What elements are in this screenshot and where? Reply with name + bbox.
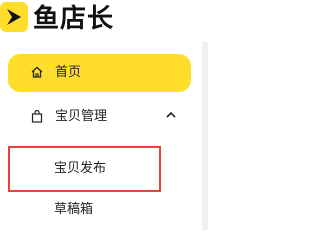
sidebar-subitem-publish[interactable]: 宝贝发布 [8, 146, 161, 192]
sidebar-subitem-label: 草稿箱 [54, 202, 94, 217]
sidebar-subitem-label: 宝贝发布 [54, 161, 107, 176]
app-name: 鱼店长 [33, 4, 115, 34]
shopping-bag-icon [31, 110, 43, 123]
chevron-up-icon[interactable] [166, 111, 176, 119]
sidebar-subitem-drafts[interactable]: 草稿箱 [8, 196, 191, 226]
play-arrow-logo-icon [0, 0, 30, 34]
sidebar-item-label: 首页 [55, 65, 82, 80]
app-frame: 鱼店长 首页 宝贝管理 宝贝发布 草稿箱 [0, 0, 231, 230]
app-header: 鱼店长 [0, 0, 231, 40]
sidebar-item-home[interactable]: 首页 [8, 54, 191, 92]
sidebar-scrollbar[interactable] [202, 42, 208, 230]
sidebar-item-goods-management[interactable]: 宝贝管理 [8, 100, 191, 134]
sidebar: 首页 宝贝管理 宝贝发布 草稿箱 [0, 42, 202, 230]
home-icon [31, 66, 43, 78]
sidebar-item-label: 宝贝管理 [55, 109, 108, 124]
